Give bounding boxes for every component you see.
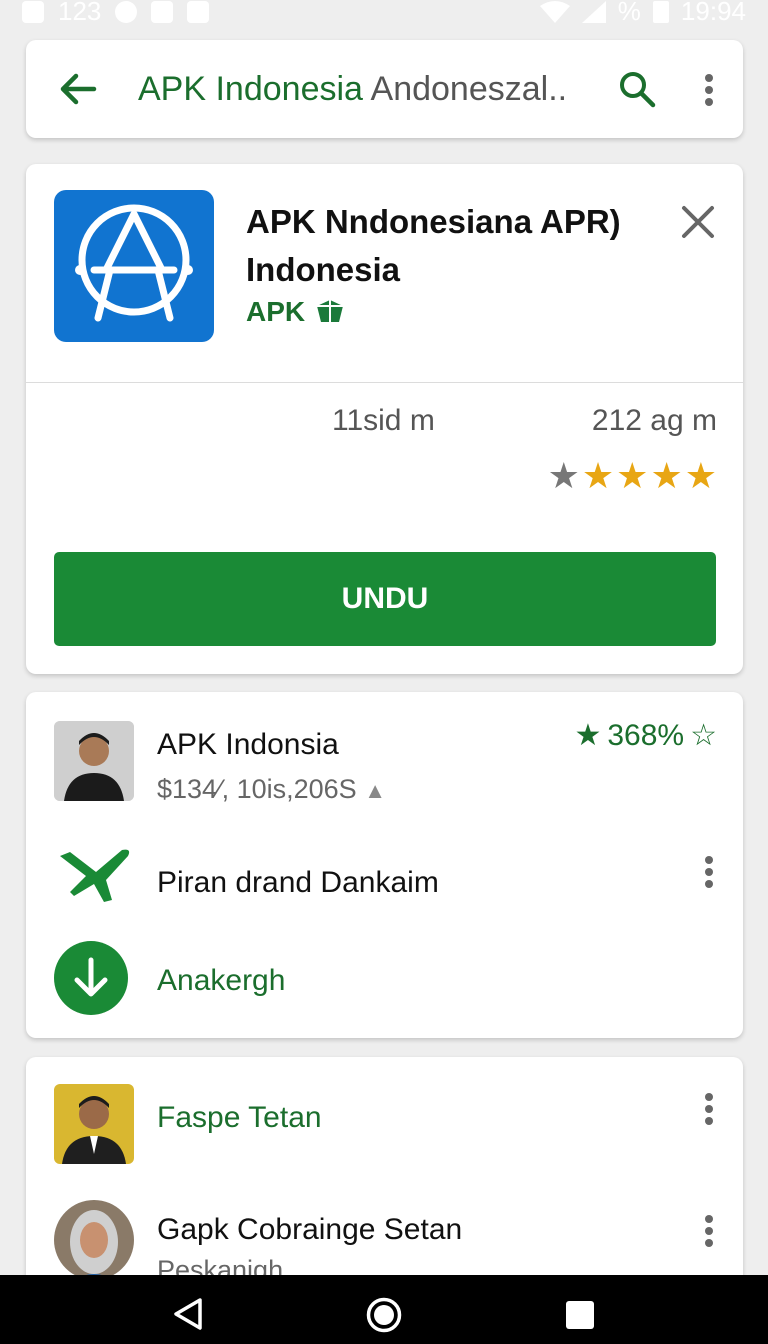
list-item-title[interactable]: Faspe Tetan [157,1101,322,1135]
search-query[interactable]: APK Indonesia Andoneszal.. [138,70,567,109]
star-icon: ★ [574,719,602,752]
search-query-text: APK Indonesia [138,70,363,108]
rating-badge: ★ 368% ☆ [574,718,717,753]
more-vert-icon[interactable] [703,74,713,106]
back-arrow-icon[interactable] [56,68,98,110]
close-icon[interactable] [680,204,716,240]
app-logo-icon [54,190,214,342]
battery-icon [652,0,669,23]
avatar[interactable] [54,721,134,801]
nfc-icon [151,0,174,23]
more-vert-icon[interactable] [703,1215,713,1247]
list-item-title[interactable]: Gapk Cobrainge Setan [157,1213,462,1247]
divider [26,382,743,383]
back-nav-icon[interactable] [172,1297,204,1331]
list-item-title[interactable]: Piran drand Dankaim [157,866,439,900]
more-vert-icon[interactable] [703,856,713,888]
battery-percent: % [617,0,641,26]
message-icon [187,0,210,23]
more-vert-icon[interactable] [703,1093,713,1125]
system-nav-bar [0,1275,768,1344]
wifi-icon [539,0,570,23]
star-outline-icon: ☆ [690,719,717,752]
star-icon: ★ [547,455,580,496]
list-item-title[interactable]: Anakergh [157,964,285,998]
rating-value: 368% [607,718,685,752]
app-developer[interactable]: APK [246,296,345,328]
location-icon [115,0,138,23]
list-item-meta: $134⁄, 10is,206S [157,774,357,804]
avatar[interactable] [54,1084,134,1164]
person-icon: ▲ [364,778,386,803]
app-stat-left: 11sid m [332,404,435,437]
star-icon: ★ [581,455,615,496]
people-list-card: Faspe Tetan Gapk Cobrainge Setan Peskani… [26,1057,743,1297]
star-icon: ★ [684,455,717,496]
rating-stars: ★ ★ ★ ★ ★ [548,458,717,494]
signal-icon [581,0,606,23]
install-button[interactable]: UNDU [54,552,716,646]
list-item-title[interactable]: APK Indonsia [157,728,339,762]
search-suggestion-text: Andoneszal.. [370,70,568,108]
search-icon[interactable] [618,70,656,108]
status-time: 19:94 [680,0,746,26]
app-stat-right: 212 ag m [591,404,717,437]
search-toolbar: APK Indonesia Andoneszal.. [26,40,743,138]
sim-icon [22,0,44,23]
app-name: APK Nndonesiana APR) Indonesia [246,203,621,288]
airplane-icon [60,849,130,902]
app-detail-card: APK Nndonesiana APR) Indonesia APK 11sid… [26,164,743,674]
recents-nav-icon[interactable] [564,1299,596,1331]
home-nav-icon[interactable] [366,1297,402,1333]
avatar[interactable] [54,1200,134,1280]
status-bar: 123 % 19:94 [0,0,768,28]
related-list-card: APK Indonsia $134⁄, 10is,206S ▲ ★ 368% ☆… [26,692,743,1038]
list-item-subtitle: $134⁄, 10is,206S ▲ [157,774,386,805]
star-icon: ★ [616,455,649,496]
verified-badge-icon [317,300,344,322]
download-icon[interactable] [53,940,129,1016]
star-icon: ★ [650,455,683,496]
developer-label: APK [246,296,306,327]
status-left-text: 123 [58,0,102,26]
